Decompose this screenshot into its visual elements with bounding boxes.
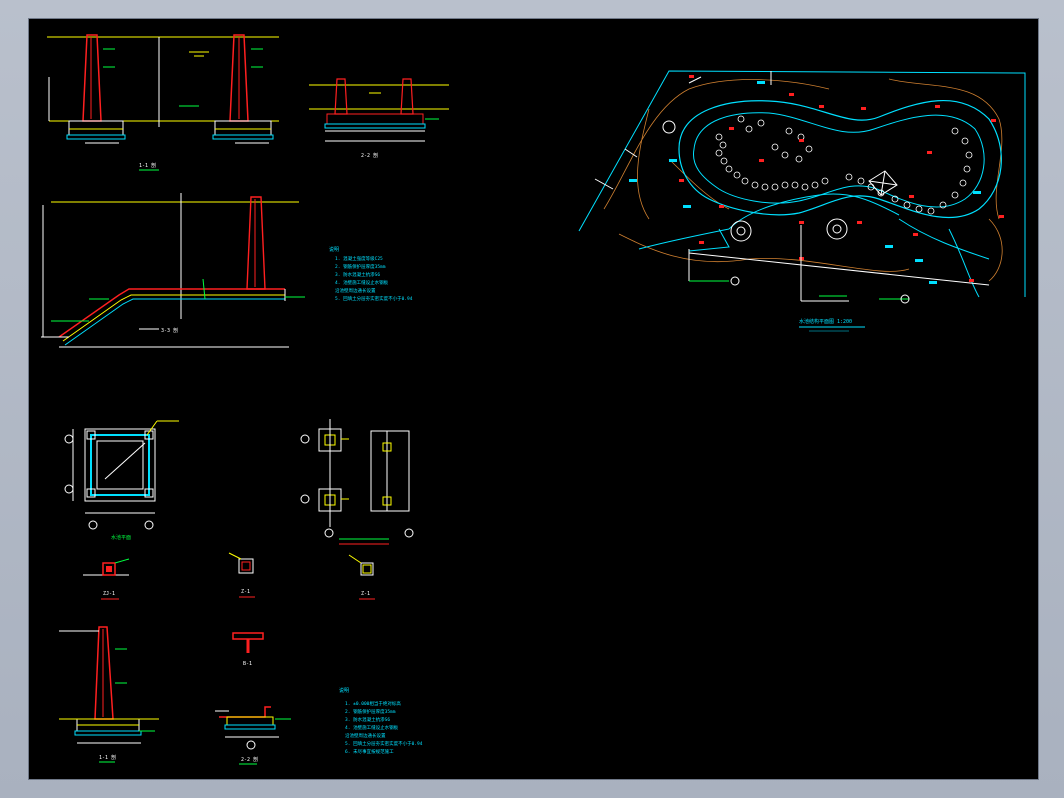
note-bottom-1: 1. ±0.000相当于绝对标高 [345,700,401,707]
detail-z1-a: Z-1 [228,552,255,598]
site-plan-caption: 水池结构平面图 1:200 [799,318,852,325]
note-bottom-7: 6. 未尽事宜按规范施工 [345,748,394,755]
section-5-label: 2-2 剖 [241,756,258,763]
note-bottom-2: 2. 钢筋保护层厚度35mm [345,708,396,715]
notes-top-title: 说明 [329,246,339,253]
section-2-label: 2-2 剖 [361,152,378,159]
notes-bottom: 说明 1. ±0.000相当于绝对标高 2. 钢筋保护层厚度35mm 3. 防水… [339,687,423,755]
cap-zj1: ZJ-1 [103,591,115,597]
notes-bottom-title: 说明 [339,687,349,694]
cap-z1-a: Z-1 [241,589,250,595]
detail-z1-b: Z-1 [348,554,375,600]
note-top-4: 4. 池壁施工缝设止水钢板 [335,279,389,286]
cap-z1-b: Z-1 [361,591,370,597]
note-bottom-5: 沿池壁周边通长设置 [345,732,386,739]
section-1-1: 1-1 剖 [47,34,279,171]
section-1-label: 1-1 剖 [139,162,156,169]
note-top-2: 2. 钢筋保护层厚度35mm [335,263,386,270]
note-bottom-3: 3. 防水混凝土抗渗S6 [345,716,390,723]
section-3-3: 3-3 剖 [41,193,305,348]
section-3-label: 3-3 剖 [161,327,178,334]
detail-b1: B-1 [232,632,264,667]
section-4-label: 1-1 剖 [99,754,116,761]
section-2-2: 2-2 剖 [309,78,449,159]
notes-top: 说明 1. 混凝土强度等级C25 2. 钢筋保护层厚度35mm 3. 防水混凝土… [329,246,413,302]
pool-plan-label: 水池平面 [111,534,131,541]
site-plan: 水池结构平面图 1:200 [578,70,1026,332]
drawing-sheet[interactable]: 1-1 剖 2-2 剖 3-3 剖 说明 1. 混凝土强度等级C25 2. 钢筋… [28,18,1039,780]
note-bottom-4: 4. 池壁施工缝设止水钢板 [345,724,399,731]
note-top-6: 5. 回填土分层夯实密实度不小于0.94 [335,295,413,302]
corner-details [300,419,414,545]
cap-b1: B-1 [243,661,252,667]
note-top-5: 沿池壁周边通长设置 [335,287,376,294]
note-bottom-6: 5. 回填土分层夯实密实度不小于0.94 [345,740,423,747]
detail-zj1: ZJ-1 [83,558,130,600]
cad-drawing: 1-1 剖 2-2 剖 3-3 剖 说明 1. 混凝土强度等级C25 2. 钢筋… [41,34,1026,765]
note-top-1: 1. 混凝土强度等级C25 [335,255,383,262]
cad-viewer-window: 1-1 剖 2-2 剖 3-3 剖 说明 1. 混凝土强度等级C25 2. 钢筋… [0,0,1064,798]
section-5: 2-2 剖 [215,706,291,765]
note-top-3: 3. 防水混凝土抗渗S6 [335,271,380,278]
pool-square-plan: 水池平面 [64,420,179,541]
section-4: 1-1 剖 [59,626,159,763]
